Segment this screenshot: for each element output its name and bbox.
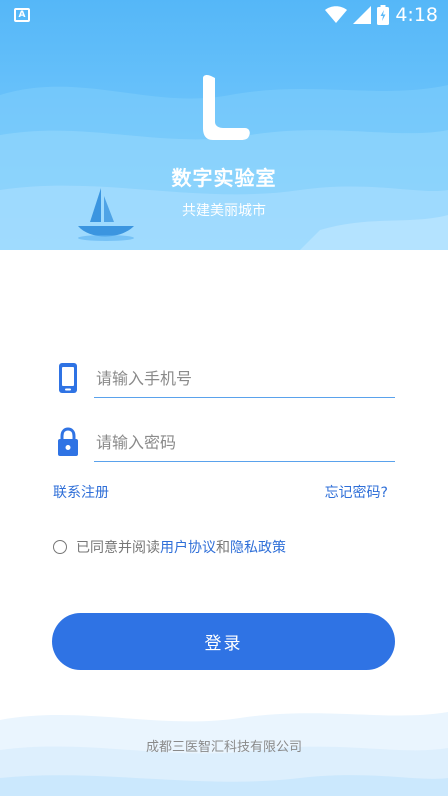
password-input[interactable] xyxy=(94,426,388,458)
login-button[interactable]: 登录 xyxy=(52,613,395,670)
register-link[interactable]: 联系注册 xyxy=(53,482,109,502)
app-title: 数字实验室 xyxy=(171,166,277,190)
agreement-radio[interactable] xyxy=(53,540,67,554)
agreement-row: 已同意并阅读 用户协议 和 隐私政策 xyxy=(53,536,286,558)
app-logo-icon xyxy=(203,74,250,140)
password-field xyxy=(52,422,395,462)
phone-input[interactable] xyxy=(94,362,388,394)
lock-icon xyxy=(58,427,78,456)
phone-icon xyxy=(59,363,77,393)
user-agreement-link[interactable]: 用户协议 xyxy=(160,537,216,557)
header-banner: A 4:18 数字实验室 共建美丽城市 xyxy=(0,0,448,250)
wifi-icon xyxy=(325,6,348,23)
phone-underline xyxy=(94,397,395,398)
a-icon: A xyxy=(14,8,30,22)
agreement-prefix: 已同意并阅读 xyxy=(76,540,160,556)
agreement-and: 和 xyxy=(216,540,230,556)
signal-icon xyxy=(353,6,372,24)
privacy-policy-link[interactable]: 隐私政策 xyxy=(230,537,286,557)
battery-icon xyxy=(377,5,390,25)
status-bar: A 4:18 xyxy=(0,0,448,30)
company-name: 成都三医智汇科技有限公司 xyxy=(145,740,302,755)
status-time: 4:18 xyxy=(395,4,438,26)
password-underline xyxy=(94,461,395,462)
forgot-password-link[interactable]: 忘记密码? xyxy=(325,482,388,502)
app-subtitle: 共建美丽城市 xyxy=(182,203,266,219)
phone-field xyxy=(52,358,395,398)
